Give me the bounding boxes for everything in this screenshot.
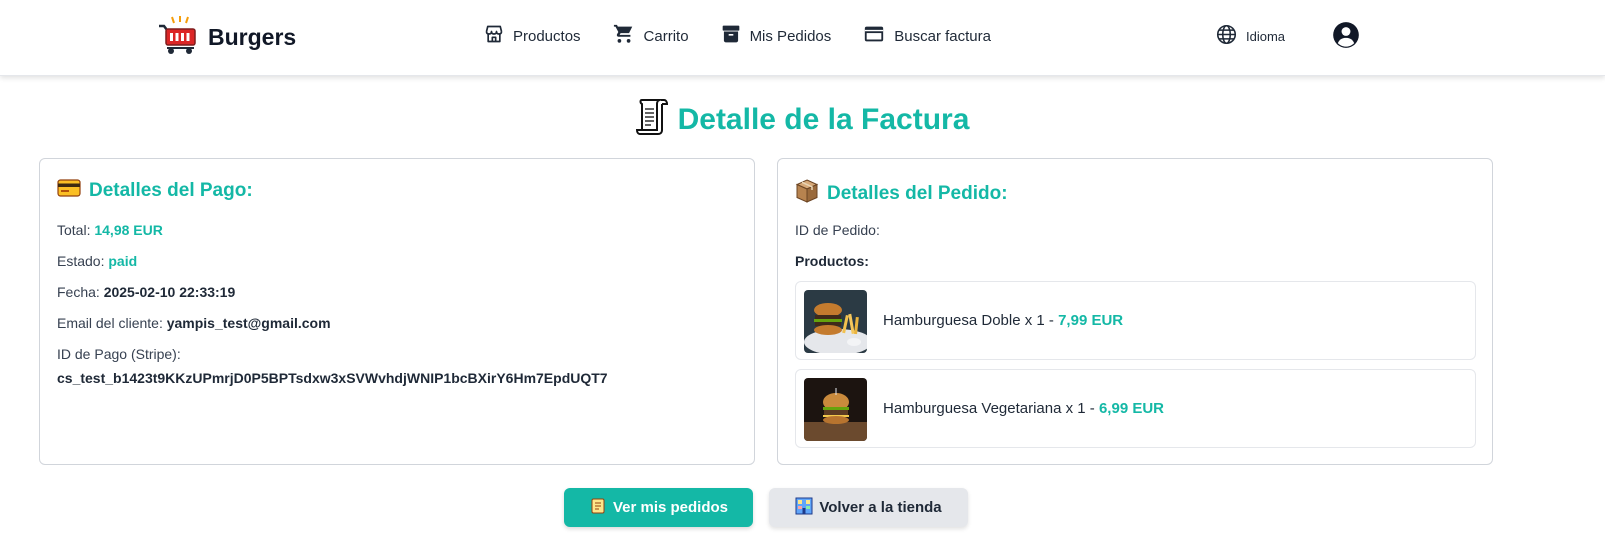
date-value: 2025-02-10 22:33:19 [103, 284, 236, 300]
payment-details-card: Detalles del Pago: Total: 14,98 EUR Esta… [39, 158, 755, 465]
payment-date-row: Fecha: 2025-02-10 22:33:19 [57, 284, 235, 300]
status-value: paid [108, 253, 138, 269]
back-to-store-button[interactable]: Volver a la tienda [769, 488, 968, 527]
nav-mis-pedidos-label: Mis Pedidos [749, 27, 832, 45]
nav-carrito[interactable]: Carrito [613, 23, 689, 49]
total-value: 14,98 EUR [94, 222, 163, 238]
payment-status-row: Estado: paid [57, 253, 137, 269]
date-label: Fecha: [57, 284, 100, 300]
order-details-card: Detalles del Pedido: ID de Pedido: Produ… [777, 158, 1493, 465]
product-name: Hamburguesa Vegetariana x 1 - 6,99 EUR [883, 400, 1164, 417]
globe-icon [1216, 24, 1246, 48]
nav-productos-label: Productos [513, 27, 581, 45]
page-title: Detalle de la Factura [677, 102, 970, 136]
product-description: Hamburguesa Doble x 1 - [883, 312, 1059, 329]
view-orders-label: Ver mis pedidos [612, 499, 729, 516]
store-building-icon [795, 497, 819, 519]
user-account-button[interactable] [1332, 21, 1362, 51]
email-label: Email del cliente: [57, 315, 163, 331]
order-id-label: ID de Pedido: [795, 222, 880, 238]
nav-buscar-factura-label: Buscar factura [894, 27, 991, 45]
brand-link[interactable]: Burgers [158, 15, 296, 60]
language-label: Idioma [1246, 28, 1286, 44]
payment-email-row: Email del cliente: yampis_test@gmail.com [57, 315, 331, 331]
scroll-icon [589, 497, 613, 519]
product-description: Hamburguesa Vegetariana x 1 - [883, 400, 1099, 417]
order-heading: Detalles del Pedido: [827, 182, 1008, 204]
product-item: Hamburguesa Doble x 1 - 7,99 EUR [795, 281, 1476, 360]
user-circle-icon [1332, 22, 1360, 53]
language-selector[interactable]: Idioma [1216, 23, 1285, 49]
brand-name: Burgers [208, 24, 297, 50]
package-icon [795, 179, 819, 208]
email-value: yampis_test@gmail.com [166, 315, 331, 331]
store-icon [484, 24, 513, 48]
credit-card-emoji-icon [57, 179, 81, 202]
nav-buscar-factura[interactable]: Buscar factura [863, 23, 991, 49]
payment-total-row: Total: 14,98 EUR [57, 222, 163, 238]
product-item: Hamburguesa Vegetariana x 1 - 6,99 EUR [795, 369, 1476, 448]
status-label: Estado: [57, 253, 105, 269]
product-price: 6,99 EUR [1098, 400, 1165, 417]
nav-carrito-label: Carrito [643, 27, 689, 45]
stripe-id-label: ID de Pago (Stripe): [57, 346, 181, 362]
product-image-veggie-burger [804, 378, 867, 441]
shopping-cart-icon [158, 15, 198, 60]
nav-mis-pedidos[interactable]: Mis Pedidos [721, 23, 832, 49]
credit-card-icon [863, 23, 894, 49]
nav-productos[interactable]: Productos [484, 23, 581, 49]
top-navbar: Burgers Productos Carrito Mis Pedidos Bu… [0, 0, 1605, 76]
main-nav: Productos Carrito Mis Pedidos Buscar fac… [484, 23, 1023, 49]
total-label: Total: [57, 222, 91, 238]
view-orders-button[interactable]: Ver mis pedidos [564, 488, 753, 527]
product-image-double-burger [804, 290, 867, 353]
product-price: 7,99 EUR [1058, 312, 1124, 329]
cart-icon [613, 23, 644, 49]
stripe-id-value: cs_test_b1423t9KKzUPmrjD0P5BPTsdxw3xSVWv… [57, 370, 608, 386]
back-to-store-label: Volver a la tienda [819, 499, 942, 516]
product-name: Hamburguesa Doble x 1 - 7,99 EUR [883, 312, 1123, 329]
products-label: Productos: [795, 253, 869, 269]
receipt-scroll-icon [635, 98, 668, 141]
payment-heading: Detalles del Pago: [89, 179, 253, 201]
archive-icon [721, 24, 750, 48]
page-title-container: Detalle de la Factura [0, 98, 1605, 141]
